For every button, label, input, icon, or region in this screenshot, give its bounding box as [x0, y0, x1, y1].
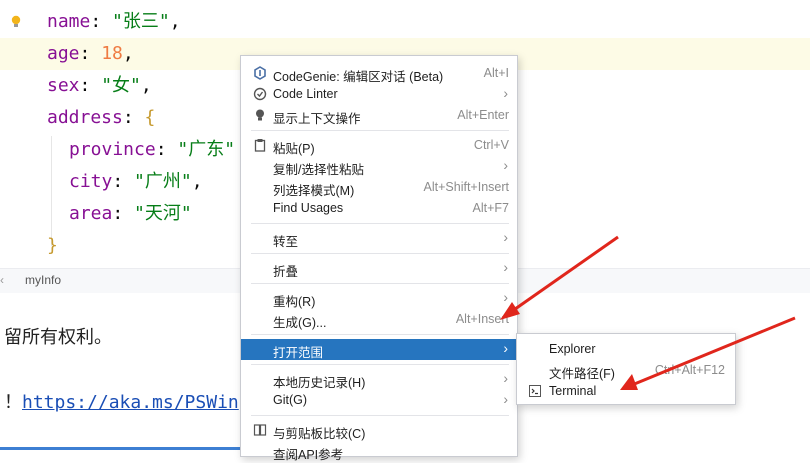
menu-item-folding[interactable]: 折叠 ›	[241, 258, 517, 279]
menu-separator	[251, 223, 509, 224]
chevron-right-icon: ›	[503, 229, 508, 245]
menu-separator	[251, 415, 509, 416]
menu-item-paste[interactable]: 粘贴(P) Ctrl+V	[241, 135, 517, 156]
code-line: city: "广州",	[69, 171, 203, 192]
terminal-icon	[529, 385, 541, 397]
menu-separator	[251, 130, 509, 131]
code-line: address: {	[47, 107, 156, 128]
terminal-link[interactable]: https://aka.ms/PSWin	[22, 392, 239, 413]
menu-item-api-reference[interactable]: 查阅API参考	[241, 441, 517, 462]
clipboard-icon	[254, 139, 266, 152]
menu-item-git[interactable]: Git(G) ›	[241, 390, 517, 411]
chevron-right-icon: ›	[503, 340, 508, 356]
open-in-submenu: Explorer 文件路径(F) Ctrl+Alt+F12 Terminal	[516, 333, 736, 405]
codegenie-icon	[254, 66, 266, 80]
indent-guide	[51, 136, 52, 246]
code-line: province: "广东"	[69, 139, 236, 160]
menu-item-context-actions[interactable]: 显示上下文操作 Alt+Enter	[241, 105, 517, 126]
submenu-item-terminal[interactable]: Terminal	[517, 381, 735, 402]
code-line: }	[47, 235, 58, 256]
menu-item-compare-clipboard[interactable]: 与剪贴板比较(C)	[241, 420, 517, 441]
menu-separator	[251, 334, 509, 335]
chevron-right-icon: ›	[503, 289, 508, 305]
code-line: age: 18,	[47, 43, 134, 64]
menu-separator	[251, 364, 509, 365]
chevron-left-icon: ‹	[0, 273, 4, 287]
code-linter-icon	[253, 87, 267, 101]
terminal-line: 留所有权利。	[4, 327, 112, 348]
chevron-right-icon: ›	[503, 157, 508, 173]
menu-item-codegenie[interactable]: CodeGenie: 编辑区对话 (Beta) Alt+I	[241, 63, 517, 84]
menu-item-find-usages[interactable]: Find Usages Alt+F7	[241, 198, 517, 219]
chevron-right-icon: ›	[503, 85, 508, 101]
context-menu: CodeGenie: 编辑区对话 (Beta) Alt+I Code Linte…	[240, 55, 518, 462]
menu-item-local-history[interactable]: 本地历史记录(H) ›	[241, 369, 517, 390]
submenu-item-file-path[interactable]: 文件路径(F) Ctrl+Alt+F12	[517, 360, 735, 381]
submenu-item-explorer[interactable]: Explorer	[517, 339, 735, 360]
chevron-right-icon: ›	[503, 259, 508, 275]
terminal-line: ！https://aka.ms/PSWin	[4, 392, 239, 413]
breadcrumb-item[interactable]: myInfo	[25, 273, 61, 287]
menu-separator	[251, 253, 509, 254]
menu-item-open-in[interactable]: 打开范围 ›	[241, 339, 517, 360]
menu-item-refactor[interactable]: 重构(R) ›	[241, 288, 517, 309]
menu-separator	[251, 283, 509, 284]
chevron-right-icon: ›	[503, 391, 508, 407]
code-line: sex: "女",	[47, 75, 152, 96]
bulb-icon	[256, 109, 264, 121]
menu-item-generate[interactable]: 生成(G)... Alt+Insert	[241, 309, 517, 330]
bulb-icon[interactable]	[11, 15, 21, 29]
menu-item-copy-paste-special[interactable]: 复制/选择性粘贴 ›	[241, 156, 517, 177]
compare-icon	[253, 424, 267, 436]
code-line: name: "张三",	[47, 11, 181, 32]
menu-item-column-selection[interactable]: 列选择模式(M) Alt+Shift+Insert	[241, 177, 517, 198]
menu-item-goto[interactable]: 转至 ›	[241, 228, 517, 249]
chevron-right-icon: ›	[503, 370, 508, 386]
menu-item-code-linter[interactable]: Code Linter ›	[241, 84, 517, 105]
code-line: area: "天河"	[69, 203, 192, 224]
